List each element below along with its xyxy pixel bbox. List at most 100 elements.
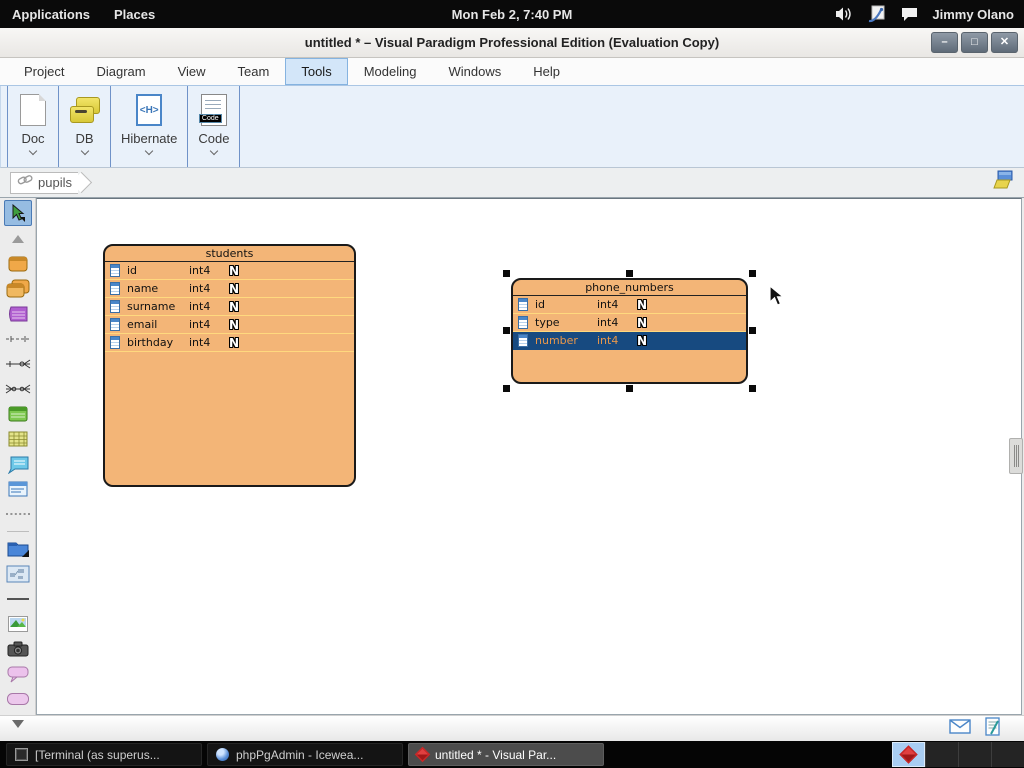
speech-bubble-tool[interactable] <box>4 662 32 686</box>
menu-modeling[interactable]: Modeling <box>348 58 433 85</box>
nullable-badge: N <box>229 282 239 296</box>
resize-handle-w[interactable] <box>503 327 510 334</box>
menu-windows[interactable]: Windows <box>432 58 517 85</box>
line-tool[interactable] <box>4 587 32 611</box>
entity-name: phone_numbers <box>513 280 746 296</box>
column-name: name <box>127 282 189 295</box>
message-icon[interactable] <box>949 719 971 739</box>
resize-handle-e[interactable] <box>749 327 756 334</box>
column-type: int4 <box>597 316 637 329</box>
diagram-canvas[interactable]: students id int4 N name int4 N surname i… <box>36 198 1022 715</box>
column-row[interactable]: name int4 N <box>105 280 354 298</box>
resize-handle-se[interactable] <box>749 385 756 392</box>
shortcut-folder-tool[interactable] <box>4 537 32 561</box>
menu-tools[interactable]: Tools <box>285 58 347 85</box>
column-name: surname <box>127 300 189 313</box>
column-icon <box>518 334 528 347</box>
note-tool[interactable] <box>4 477 32 501</box>
breadcrumb-diagram-name: pupils <box>38 175 72 190</box>
column-row-selected[interactable]: number int4 N <box>513 332 746 350</box>
stylus-icon[interactable] <box>867 5 887 23</box>
code-label: Code <box>198 131 229 146</box>
db-button[interactable]: DB <box>59 86 111 167</box>
volume-icon[interactable] <box>835 6 853 22</box>
breadcrumb-diagram-tab[interactable]: pupils <box>10 172 78 194</box>
column-type: int4 <box>597 298 637 311</box>
hibernate-button[interactable]: <H> Hibernate <box>111 86 188 167</box>
chevron-down-icon <box>29 147 37 155</box>
resize-handle-nw[interactable] <box>503 270 510 277</box>
maximize-button[interactable]: □ <box>961 32 988 53</box>
mouse-cursor <box>769 285 785 312</box>
window-title: untitled * – Visual Paradigm Professiona… <box>305 35 719 50</box>
selection-cursor-tool[interactable] <box>4 200 32 226</box>
resize-handle-n[interactable] <box>626 270 633 277</box>
menu-bar: Project Diagram View Team Tools Modeling… <box>0 58 1024 86</box>
image-tool[interactable] <box>4 612 32 636</box>
diagram-overview-tool[interactable] <box>4 562 32 586</box>
doc-button[interactable]: Doc <box>7 86 59 167</box>
taskbar-button-label: phpPgAdmin - Icewea... <box>236 748 363 762</box>
entity-tool[interactable] <box>4 252 32 276</box>
resize-handle-sw[interactable] <box>503 385 510 392</box>
layer-diagram-button[interactable] <box>990 171 1016 195</box>
multiple-entities-tool[interactable] <box>4 277 32 301</box>
column-row[interactable]: birthday int4 N <box>105 334 354 352</box>
menu-view[interactable]: View <box>162 58 222 85</box>
scroll-down-icon[interactable] <box>4 712 32 736</box>
column-row[interactable]: email int4 N <box>105 316 354 334</box>
grid-table-tool[interactable] <box>4 427 32 451</box>
places-menu[interactable]: Places <box>102 0 167 28</box>
screen-capture-tool[interactable] <box>4 637 32 661</box>
chevron-down-icon <box>210 147 218 155</box>
log-icon[interactable] <box>985 717 1002 741</box>
palette-separator <box>7 531 29 532</box>
terminal-icon <box>15 748 28 761</box>
close-button[interactable]: ✕ <box>991 32 1018 53</box>
database-table-tool[interactable] <box>4 402 32 426</box>
callout-tool[interactable] <box>4 452 32 476</box>
applications-menu[interactable]: Applications <box>0 0 102 28</box>
code-button[interactable]: Code Code <box>188 86 240 167</box>
column-row[interactable]: surname int4 N <box>105 298 354 316</box>
taskbar-phppgadmin-button[interactable]: phpPgAdmin - Icewea... <box>207 743 403 766</box>
resize-handle-ne[interactable] <box>749 270 756 277</box>
taskbar-visual-paradigm-button[interactable]: untitled * - Visual Par... <box>408 743 604 766</box>
menu-diagram[interactable]: Diagram <box>80 58 161 85</box>
window-title-bar[interactable]: untitled * – Visual Paradigm Professiona… <box>0 28 1024 58</box>
hibernate-icon: <H> <box>136 92 162 128</box>
column-icon <box>110 300 120 313</box>
workspace-4[interactable] <box>991 742 1024 767</box>
dotted-line-tool[interactable] <box>4 502 32 526</box>
chat-bubble-icon[interactable] <box>901 7 918 22</box>
user-menu[interactable]: Jimmy Olano <box>932 7 1014 22</box>
menu-project[interactable]: Project <box>8 58 80 85</box>
column-row[interactable]: id int4 N <box>105 262 354 280</box>
column-row[interactable]: id int4 N <box>513 296 746 314</box>
workspace-3[interactable] <box>958 742 991 767</box>
column-type: int4 <box>597 334 637 347</box>
one-to-one-relationship-tool[interactable] <box>4 327 32 351</box>
taskbar-terminal-button[interactable]: [Terminal (as superus... <box>6 743 202 766</box>
many-to-many-relationship-tool[interactable] <box>4 377 32 401</box>
minimize-button[interactable]: – <box>931 32 958 53</box>
view-tool[interactable] <box>4 302 32 326</box>
menu-help[interactable]: Help <box>517 58 576 85</box>
clock[interactable]: Mon Feb 2, 7:40 PM <box>452 7 573 22</box>
menu-team[interactable]: Team <box>222 58 286 85</box>
one-to-many-relationship-tool[interactable] <box>4 352 32 376</box>
rounded-rectangle-tool[interactable] <box>4 687 32 711</box>
visual-paradigm-icon <box>899 745 917 763</box>
entity-students[interactable]: students id int4 N name int4 N surname i… <box>103 244 356 487</box>
workspace-2[interactable] <box>925 742 958 767</box>
workspace-1[interactable] <box>892 742 925 767</box>
column-icon <box>518 316 528 329</box>
entity-phone-numbers[interactable]: phone_numbers id int4 N type int4 N numb… <box>511 278 748 384</box>
main-area: students id int4 N name int4 N surname i… <box>0 198 1024 715</box>
resize-handle-s[interactable] <box>626 385 633 392</box>
scroll-up-icon[interactable] <box>4 227 32 251</box>
column-row[interactable]: type int4 N <box>513 314 746 332</box>
nullable-badge: N <box>229 336 239 350</box>
panel-splitter-grip[interactable] <box>1009 438 1023 474</box>
workspace-switcher <box>892 742 1024 767</box>
